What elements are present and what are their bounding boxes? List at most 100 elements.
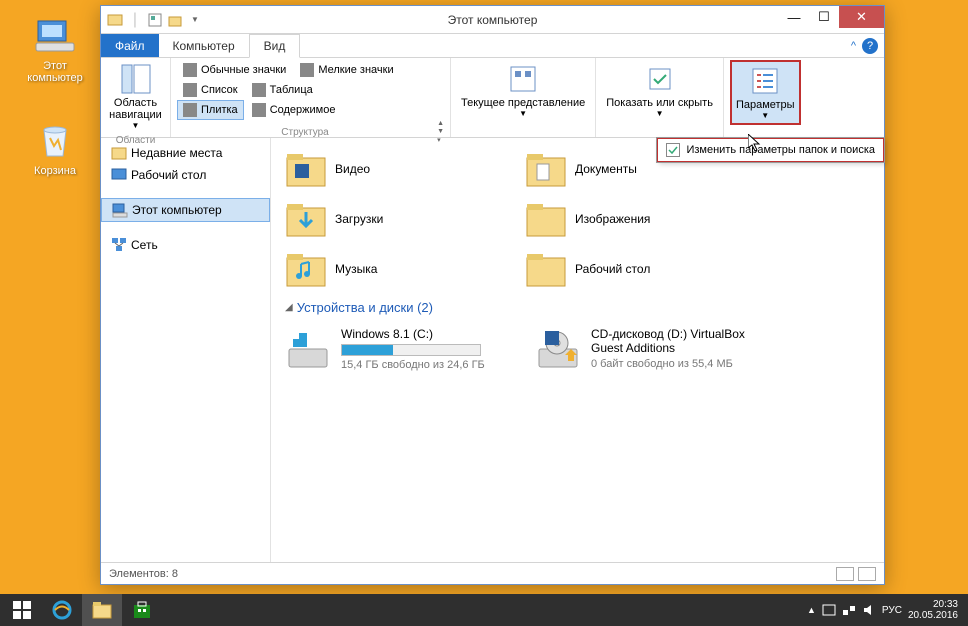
tray-clock[interactable]: 20:33 20.05.2016	[908, 599, 958, 621]
drive-name: Windows 8.1 (C:)	[341, 327, 527, 341]
view-scroll-down[interactable]: ▼	[437, 128, 444, 135]
window-title: Этот компьютер	[448, 13, 538, 27]
sidebar-item-label: Этот компьютер	[132, 203, 222, 217]
taskbar-explorer[interactable]	[82, 594, 122, 626]
tray-lang[interactable]: РУС	[882, 605, 902, 616]
content-icon	[252, 103, 266, 117]
tray-volume-icon[interactable]	[862, 603, 876, 617]
options-dropdown[interactable]: Изменить параметры папок и поиска	[657, 138, 884, 162]
show-hide-icon	[644, 63, 676, 95]
desktop-icon	[111, 167, 127, 183]
help-icon[interactable]: ?	[862, 38, 878, 54]
folder-label: Музыка	[335, 262, 377, 276]
minimize-button[interactable]: —	[779, 6, 809, 28]
show-hide-button[interactable]: Показать или скрыть ▼	[602, 60, 717, 121]
folder-music[interactable]: Музыка	[281, 244, 521, 294]
view-details-icon[interactable]	[836, 567, 854, 581]
folder-videos[interactable]: Видео	[281, 144, 521, 194]
view-expand[interactable]: ▾	[437, 136, 444, 144]
qat-newfolder-icon[interactable]	[167, 12, 183, 28]
titlebar: | ▼ Этот компьютер — ☐ ✕	[101, 6, 884, 34]
current-view-button[interactable]: Текущее представление ▼	[457, 60, 589, 121]
sidebar-item-computer[interactable]: Этот компьютер	[101, 198, 270, 222]
qat-properties-icon[interactable]	[147, 12, 163, 28]
explorer-body: Недавние места Рабочий стол Этот компьют…	[101, 138, 884, 562]
trash-icon	[34, 120, 76, 162]
app-icon	[107, 12, 123, 28]
sidebar-item-label: Сеть	[131, 238, 158, 252]
options-icon	[749, 65, 781, 97]
section-devices[interactable]: ◢ Устройства и диски (2)	[281, 294, 874, 323]
section-label: Устройства и диски (2)	[297, 300, 433, 315]
close-button[interactable]: ✕	[839, 6, 884, 28]
view-large-icon[interactable]	[858, 567, 876, 581]
maximize-button[interactable]: ☐	[809, 6, 839, 28]
folder-desktop[interactable]: Рабочий стол	[521, 244, 761, 294]
checkbox-icon	[666, 143, 680, 157]
icons-small-icon	[300, 63, 314, 77]
nav-pane-icon	[120, 63, 152, 95]
taskbar-ie[interactable]	[42, 594, 82, 626]
view-normal-icons[interactable]: Обычные значки	[177, 60, 292, 80]
recent-icon	[111, 145, 127, 161]
folder-label: Рабочий стол	[575, 262, 650, 276]
desktop-icon-computer[interactable]: Этот компьютер	[20, 15, 90, 84]
network-icon	[111, 237, 127, 253]
view-tiles[interactable]: Плитка	[177, 100, 244, 120]
nav-pane-button[interactable]: Область навигации ▼	[107, 60, 164, 133]
folder-downloads[interactable]: Загрузки	[281, 194, 521, 244]
options-label: Параметры	[736, 99, 795, 111]
taskbar-store[interactable]	[122, 594, 162, 626]
cd-drive-icon	[535, 327, 581, 373]
cursor-icon	[748, 134, 764, 159]
folder-pictures[interactable]: Изображения	[521, 194, 761, 244]
sidebar: Недавние места Рабочий стол Этот компьют…	[101, 138, 271, 562]
current-view-icon	[507, 63, 539, 95]
ribbon-collapse-icon[interactable]: ^	[851, 40, 856, 52]
view-content[interactable]: Содержимое	[246, 100, 342, 120]
qat-dropdown-icon[interactable]: ▼	[187, 12, 203, 28]
drive-c[interactable]: Windows 8.1 (C:) 15,4 ГБ свободно из 24,…	[281, 323, 531, 377]
options-button[interactable]: Параметры ▼	[730, 60, 801, 125]
nav-pane-label: Область навигации	[109, 97, 162, 121]
view-table[interactable]: Таблица	[246, 80, 319, 100]
computer-icon	[112, 202, 128, 218]
sidebar-item-network[interactable]: Сеть	[101, 234, 270, 256]
folder-icon	[285, 248, 327, 290]
view-small-icons[interactable]: Мелкие значки	[294, 60, 399, 80]
drive-name: CD-дисковод (D:) VirtualBox Guest Additi…	[591, 327, 777, 355]
folder-label: Изображения	[575, 212, 650, 226]
tray-action-icon[interactable]	[822, 603, 836, 617]
statusbar: Элементов: 8	[101, 562, 884, 584]
folder-label: Видео	[335, 162, 370, 176]
group-label-structure: Структура	[177, 125, 433, 140]
drive-icon	[285, 327, 331, 373]
qat-divider: |	[127, 12, 143, 28]
sidebar-item-recent[interactable]: Недавние места	[101, 142, 270, 164]
start-button[interactable]	[2, 594, 42, 626]
table-icon	[252, 83, 266, 97]
sidebar-item-label: Рабочий стол	[131, 168, 206, 182]
options-dropdown-label: Изменить параметры папок и поиска	[686, 144, 875, 156]
tray-network-icon[interactable]	[842, 603, 856, 617]
folder-icon	[525, 148, 567, 190]
tab-computer[interactable]: Компьютер	[159, 34, 249, 57]
current-view-label: Текущее представление	[461, 97, 585, 109]
show-hide-label: Показать или скрыть	[606, 97, 713, 109]
folder-icon	[285, 198, 327, 240]
desktop-icon-trash[interactable]: Корзина	[20, 120, 90, 177]
tab-view[interactable]: Вид	[249, 34, 301, 58]
tab-file[interactable]: Файл	[101, 34, 159, 57]
view-scroll-up[interactable]: ▲	[437, 120, 444, 127]
folder-icon	[285, 148, 327, 190]
view-list[interactable]: Список	[177, 80, 244, 100]
drive-capacity-bar	[341, 344, 481, 356]
tray-expand-icon[interactable]: ▲	[807, 605, 816, 615]
sidebar-item-desktop[interactable]: Рабочий стол	[101, 164, 270, 186]
drive-d[interactable]: CD-дисковод (D:) VirtualBox Guest Additi…	[531, 323, 781, 377]
taskbar: ▲ РУС 20:33 20.05.2016	[0, 594, 968, 626]
system-tray: ▲ РУС 20:33 20.05.2016	[807, 599, 966, 621]
ribbon: Область навигации ▼ Области Обычные знач…	[101, 58, 884, 138]
folder-icon	[525, 248, 567, 290]
sidebar-item-label: Недавние места	[131, 146, 222, 160]
